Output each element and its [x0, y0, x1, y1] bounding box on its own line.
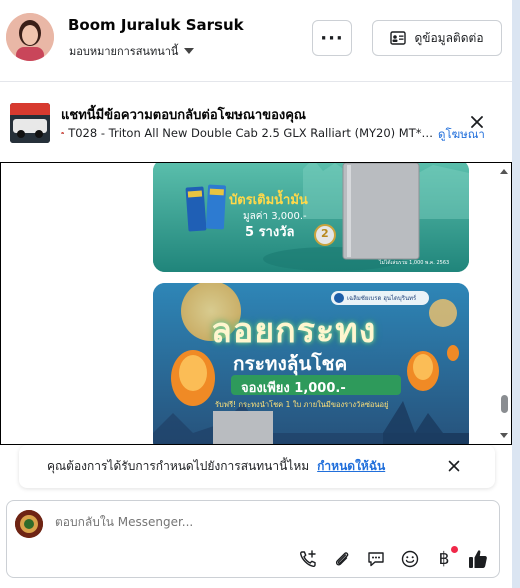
view-contact-label: ดูข้อมูลติดต่อ: [414, 30, 484, 45]
notification-dot: [451, 546, 458, 553]
medal-number: 2: [321, 227, 329, 240]
assign-notice: คุณต้องการได้รับการกำหนดไปยังการสนทนานี้…: [19, 445, 495, 488]
close-icon[interactable]: [446, 458, 462, 474]
scrollbar[interactable]: [497, 163, 511, 444]
conversation-panel: Boom Juraluk Sarsuk มอบหมายการสนทนานี้ ·…: [0, 0, 520, 588]
reply-input[interactable]: [55, 515, 435, 529]
assign-notice-text: คุณต้องการได้รับการกำหนดไปยังการสนทนานี้…: [47, 459, 310, 473]
baht-symbol: ฿: [438, 549, 450, 569]
ad-product-name: T028 - Triton All New Double Cab 2.5 GLX…: [68, 126, 433, 140]
fuel-card-headline: บัตรเติมน้ำมัน: [229, 193, 308, 208]
loy-krathong-price: จองเพียง 1,000.-: [241, 381, 346, 396]
emoji-icon[interactable]: [399, 548, 421, 570]
loy-krathong-condition: รับฟรี! กระทงนำโชค 1 ใบ ภายในมีของรางวัล…: [215, 400, 389, 409]
view-contact-button[interactable]: ดูข้อมูลติดต่อ: [372, 20, 502, 56]
caret-down-icon: [184, 48, 195, 54]
saved-replies-icon[interactable]: [365, 548, 387, 570]
close-icon[interactable]: [468, 113, 486, 131]
fuel-card-prize-count: 5 รางวัล: [245, 225, 295, 240]
contact-name: Boom Juraluk Sarsuk: [68, 16, 244, 34]
assign-label: มอบหมายการสนทนานี้: [69, 45, 179, 58]
promo-image-loy-krathong[interactable]: เฉลิมชัยเบรด ฮุนไดบุรินทร์ ลอยกระทง กระท…: [153, 283, 469, 444]
fuel-card-fine-print: ไม่ได้เล่นรวม 1,000 พ.ค. 2563: [379, 260, 450, 266]
assign-conversation-dropdown[interactable]: มอบหมายการสนทนานี้: [69, 42, 195, 60]
brand-label: เฉลิมชัยเบรด ฮุนไดบุรินทร์: [347, 295, 417, 302]
ad-banner-title: แชทนี้มีข้อความตอบกลับต่อโฆษณาของคุณ: [61, 108, 306, 123]
reply-composer: ฿: [6, 500, 500, 578]
assign-to-me-link[interactable]: กำหนดให้ฉัน: [317, 457, 385, 476]
promo-image-fuel-card[interactable]: บัตรเติมน้ำมัน มูลค่า 3,000.- 5 รางวัล 2…: [153, 163, 469, 272]
car-icon: [61, 132, 64, 135]
contact-card-icon: [390, 31, 407, 45]
scroll-up-arrow-icon[interactable]: [500, 169, 508, 174]
payment-baht-icon[interactable]: ฿: [433, 546, 458, 570]
conversation-header: Boom Juraluk Sarsuk มอบหมายการสนทนานี้ ·…: [0, 0, 512, 82]
like-icon[interactable]: [467, 548, 489, 570]
contact-avatar[interactable]: [6, 13, 54, 61]
more-options-button[interactable]: ···: [312, 20, 352, 56]
attachment-icon[interactable]: [331, 548, 353, 570]
scrollbar-thumb[interactable]: [501, 395, 508, 413]
message-media-scroll-area[interactable]: บัตรเติมน้ำมัน มูลค่า 3,000.- 5 รางวัล 2…: [0, 162, 512, 445]
ad-banner-subtitle: T028 - Triton All New Double Cab 2.5 GLX…: [61, 126, 433, 140]
right-edge-strip: [512, 0, 520, 588]
composer-toolbar: ฿: [297, 546, 489, 571]
ad-reply-banner: แชทนี้มีข้อความตอบกลับต่อโฆษณาของคุณ T02…: [0, 83, 512, 163]
page-avatar: [15, 510, 43, 538]
ad-thumbnail[interactable]: [10, 103, 50, 143]
loy-krathong-subtitle: กระทงลุ้นโชค: [233, 353, 348, 375]
scroll-down-arrow-icon[interactable]: [500, 433, 508, 438]
call-add-icon[interactable]: [297, 548, 319, 570]
